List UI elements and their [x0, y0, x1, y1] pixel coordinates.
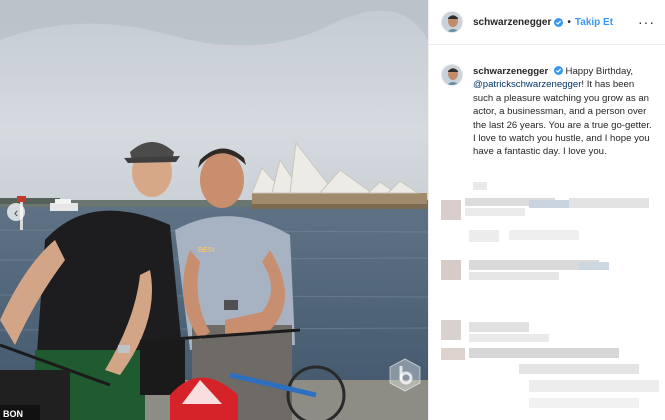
blurred-comment: [429, 176, 665, 220]
caption-username[interactable]: schwarzenegger: [473, 66, 548, 77]
post-caption: schwarzenegger Happy Birthday, @patricks…: [429, 45, 665, 159]
previous-photo-button[interactable]: ‹: [7, 203, 25, 221]
watermark-logo-icon: [389, 358, 421, 392]
caption-body-end: ! It has been such a pleasure watching y…: [473, 79, 652, 158]
caption-body-start: Happy Birthday,: [562, 66, 634, 77]
more-options-icon[interactable]: ···: [638, 15, 655, 29]
blurred-comment: [429, 230, 665, 280]
caption-text: schwarzenegger Happy Birthday, @patricks…: [473, 65, 653, 159]
post-sidebar: schwarzenegger • Takip Et ··· schwarzene…: [428, 0, 665, 420]
post-header: schwarzenegger • Takip Et ···: [429, 0, 665, 45]
svg-text:BESt: BESt: [198, 247, 215, 254]
post-photo[interactable]: BESt BON ‹: [0, 0, 428, 420]
verified-badge-icon: [554, 17, 564, 27]
header-username[interactable]: schwarzenegger: [473, 17, 551, 28]
avatar[interactable]: [441, 11, 463, 33]
caption-avatar[interactable]: [441, 64, 463, 86]
profile-picture: [442, 12, 462, 32]
caption-mention-link[interactable]: @patrickschwarzenegger: [473, 79, 581, 90]
follow-button[interactable]: Takip Et: [575, 17, 613, 28]
blurred-comment: [429, 320, 665, 408]
photo-image: BESt BON: [0, 0, 428, 420]
svg-text:BON: BON: [3, 409, 23, 419]
chevron-left-icon: ‹: [13, 204, 19, 220]
separator-dot: •: [567, 16, 571, 28]
verified-badge-icon: [553, 66, 563, 75]
profile-picture: [442, 65, 462, 85]
